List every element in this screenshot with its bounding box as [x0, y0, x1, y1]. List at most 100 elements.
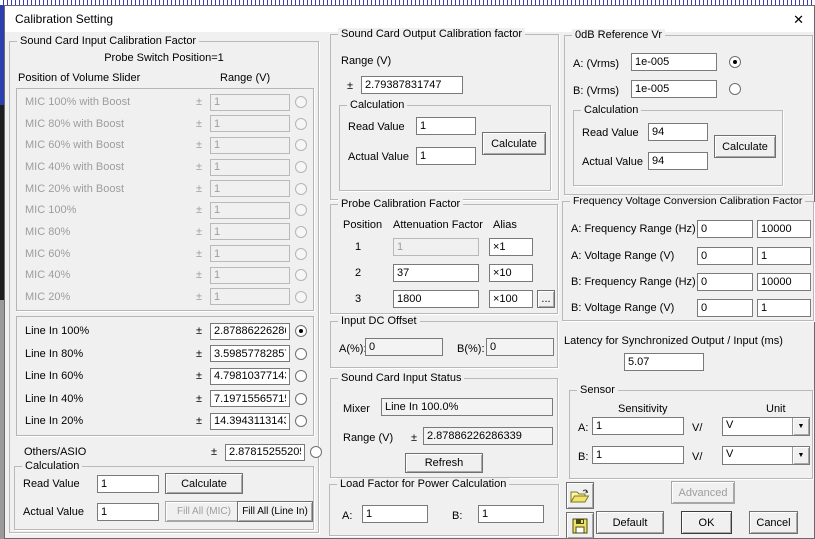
ref-calculate-button[interactable]: Calculate	[714, 135, 776, 158]
group-load-factor: Load Factor for Power Calculation A: B:	[329, 484, 559, 536]
ref-b-input[interactable]	[631, 80, 717, 98]
freq-row-from-input[interactable]	[697, 247, 753, 265]
probe-more-button[interactable]: ...	[537, 290, 555, 308]
close-icon[interactable]: ✕	[793, 13, 804, 26]
probe-col-position: Position	[343, 219, 382, 231]
ref-read-value-input[interactable]	[648, 123, 708, 141]
freq-row-from-input[interactable]	[697, 299, 753, 317]
group-input-calculation: Calculation Read Value Calculate Actual …	[14, 466, 314, 530]
refresh-button[interactable]: Refresh	[405, 453, 483, 473]
output-actual-value-input[interactable]	[416, 147, 476, 165]
group-ref-calculation: Calculation Read Value Actual Value Calc…	[573, 110, 783, 186]
actual-value-label: Actual Value	[23, 506, 84, 518]
probe-alias-input-1[interactable]	[489, 238, 533, 256]
plus-minus: ±	[193, 325, 205, 337]
linein-range-input[interactable]	[210, 345, 290, 362]
linein-range-input[interactable]	[210, 368, 290, 385]
ref-b-radio[interactable]	[729, 83, 741, 95]
freq-row-from-input[interactable]	[697, 220, 753, 238]
ok-button[interactable]: OK	[681, 511, 732, 534]
others-asio-input[interactable]	[225, 444, 305, 461]
mic-row: MIC 80%±	[17, 223, 313, 240]
mic-radio	[295, 161, 307, 173]
ref-a-input[interactable]	[631, 53, 717, 71]
load-file-button[interactable]	[566, 482, 594, 509]
sensor-a-unit-dropdown[interactable]: V ▼	[722, 417, 810, 436]
ref-actual-value-input[interactable]	[648, 152, 708, 170]
probe-attenuation-input-2[interactable]	[393, 264, 479, 282]
linein-range-input[interactable]	[210, 413, 290, 430]
plus-minus: ±	[193, 269, 205, 281]
linein-row-label: Line In 40%	[25, 393, 188, 405]
linein-radio[interactable]	[295, 415, 307, 427]
plus-minus: ±	[208, 446, 220, 458]
freq-row-label: B: Frequency Range (Hz)	[571, 276, 696, 288]
freq-row-to-input[interactable]	[757, 247, 811, 265]
dropdown-arrow-icon[interactable]: ▼	[792, 447, 809, 464]
probe-alias-input-3[interactable]	[489, 290, 533, 308]
dc-offset-b-input[interactable]	[486, 338, 554, 356]
mic-radio	[295, 183, 307, 195]
actual-value-label: Actual Value	[582, 156, 643, 168]
mic-row: MIC 40% with Boost±	[17, 159, 313, 176]
default-button[interactable]: Default	[596, 511, 664, 534]
freq-row-to-input[interactable]	[757, 299, 811, 317]
output-range-input[interactable]	[361, 76, 463, 94]
fill-all-linein-button[interactable]: Fill All (Line In)	[237, 501, 313, 522]
linein-row: Line In 100%±	[17, 323, 313, 340]
ref-a-radio[interactable]	[729, 56, 741, 68]
actual-value-input[interactable]	[97, 503, 159, 521]
mic-range-input	[210, 288, 290, 305]
freq-row-from-input[interactable]	[697, 273, 753, 291]
linein-range-input[interactable]	[210, 323, 290, 340]
linein-radio[interactable]	[295, 348, 307, 360]
latency-input[interactable]	[624, 353, 704, 371]
mic-range-input	[210, 245, 290, 262]
linein-range-input[interactable]	[210, 390, 290, 407]
group-output-calculation: Calculation Read Value Actual Value Calc…	[339, 105, 551, 191]
mic-range-input	[210, 137, 290, 154]
mixer-label: Mixer	[343, 403, 370, 415]
cancel-button[interactable]: Cancel	[749, 511, 798, 534]
load-factor-a-input[interactable]	[362, 505, 428, 523]
dropdown-arrow-icon[interactable]: ▼	[792, 418, 809, 435]
output-calculate-button[interactable]: Calculate	[482, 132, 546, 155]
read-value-label: Read Value	[582, 127, 639, 139]
linein-radio[interactable]	[295, 393, 307, 405]
mic-radio	[295, 226, 307, 238]
output-read-value-input[interactable]	[416, 117, 476, 135]
probe-col-attenuation: Attenuation Factor	[393, 219, 483, 231]
plus-minus: ±	[411, 432, 417, 444]
linein-radio[interactable]	[295, 370, 307, 382]
mic-range-input	[210, 223, 290, 240]
probe-attenuation-input-3[interactable]	[393, 290, 479, 308]
freq-row-to-input[interactable]	[757, 220, 811, 238]
read-value-label: Read Value	[348, 121, 405, 133]
mic-radio	[295, 139, 307, 151]
dc-offset-a-input[interactable]	[365, 338, 443, 356]
mic-row: MIC 100% with Boost±	[17, 94, 313, 111]
dialog-title: Calibration Setting	[15, 12, 113, 26]
screen: Calibration Setting ✕ Sound Card Input C…	[0, 0, 815, 539]
probe-alias-input-2[interactable]	[489, 264, 533, 282]
actual-value-label: Actual Value	[348, 151, 409, 163]
sensor-b-per-label: V/	[692, 451, 702, 463]
mic-row-label: MIC 20% with Boost	[25, 183, 188, 195]
freq-row-to-input[interactable]	[757, 273, 811, 291]
save-icon	[572, 518, 588, 534]
load-factor-b-input[interactable]	[478, 505, 544, 523]
calculate-button[interactable]: Calculate	[165, 473, 243, 494]
sensor-a-sensitivity-input[interactable]	[592, 417, 684, 435]
plus-minus: ±	[193, 370, 205, 382]
linein-radio[interactable]	[295, 325, 307, 337]
save-file-button[interactable]	[566, 512, 594, 539]
calibration-setting-dialog: Calibration Setting ✕ Sound Card Input C…	[4, 5, 815, 539]
read-value-input[interactable]	[97, 475, 159, 493]
others-asio-radio[interactable]	[310, 446, 322, 458]
group-probe-calibration-legend: Probe Calibration Factor	[338, 198, 463, 210]
mic-row-label: MIC 80%	[25, 226, 188, 238]
sensor-b-sensitivity-input[interactable]	[592, 446, 684, 464]
load-factor-a-label: A:	[342, 510, 352, 522]
sensor-b-unit-dropdown[interactable]: V ▼	[722, 446, 810, 465]
mic-row: MIC 100%±	[17, 202, 313, 219]
